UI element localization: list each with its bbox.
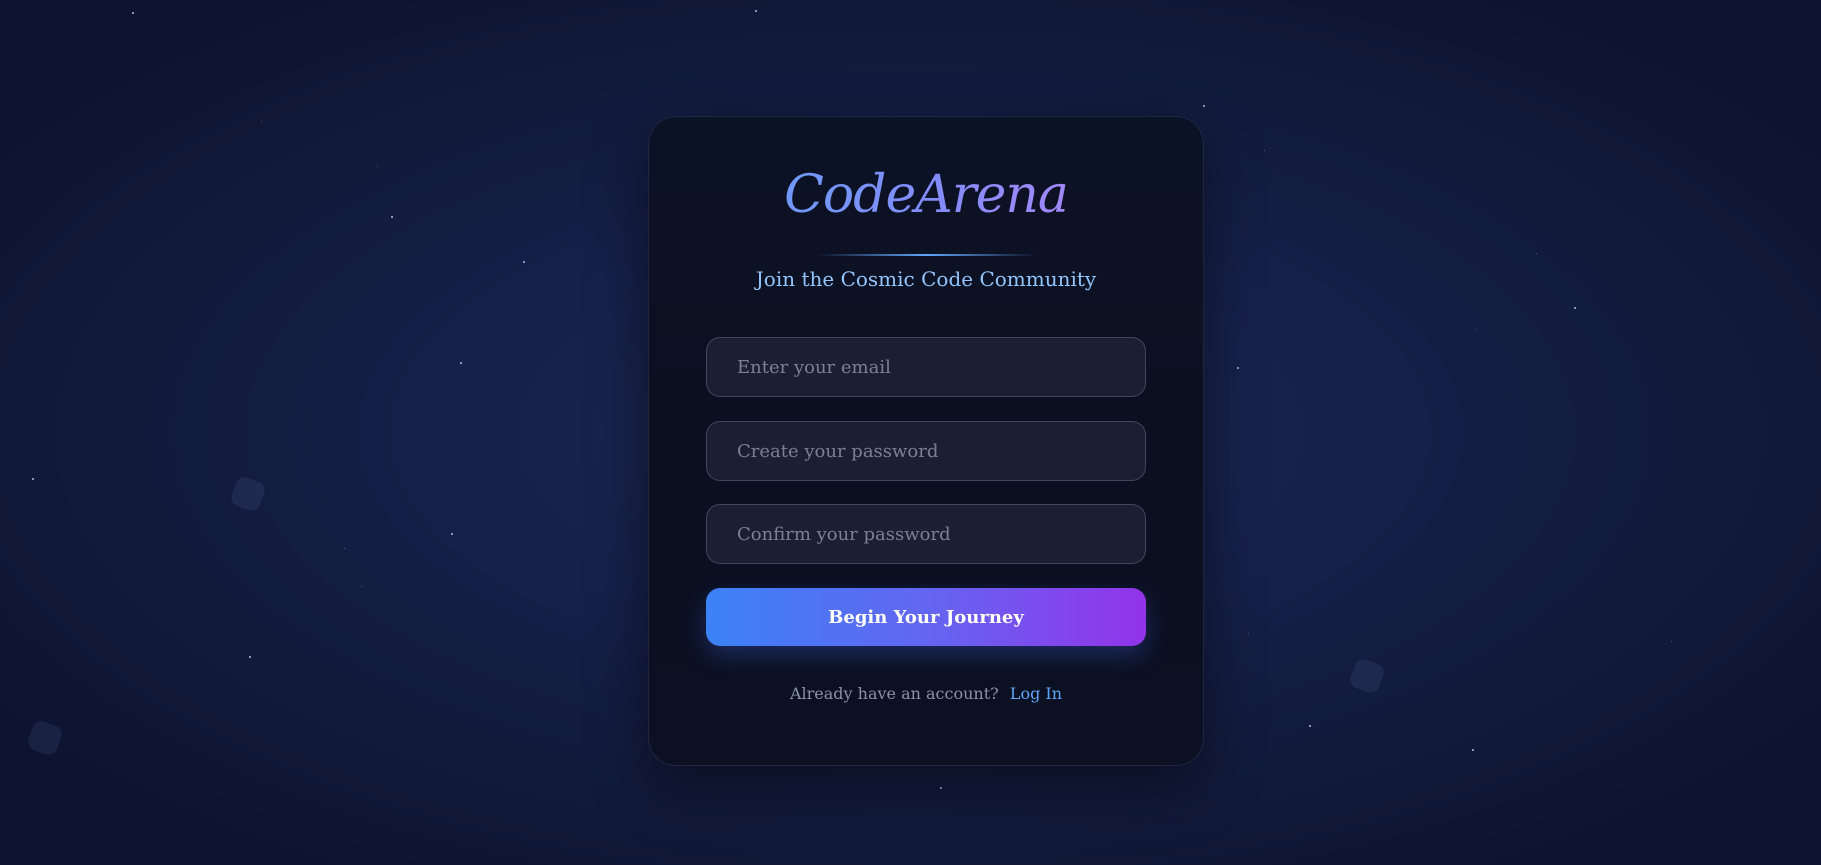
star bbox=[1671, 641, 1672, 642]
star bbox=[451, 533, 453, 535]
login-link[interactable]: Log In bbox=[1010, 684, 1062, 703]
floating-shape bbox=[1347, 656, 1387, 696]
star bbox=[1536, 253, 1537, 254]
star bbox=[1264, 150, 1265, 151]
star bbox=[1309, 725, 1311, 727]
star bbox=[523, 261, 525, 263]
star bbox=[391, 216, 393, 218]
login-prompt-text: Already have an account? bbox=[789, 684, 999, 703]
begin-journey-button[interactable]: Begin Your Journey bbox=[706, 588, 1146, 646]
star bbox=[32, 478, 34, 480]
floating-shape bbox=[228, 474, 268, 514]
login-prompt: Already have an account? Log In bbox=[649, 684, 1203, 703]
password-field[interactable] bbox=[706, 421, 1146, 481]
star bbox=[940, 787, 942, 789]
star bbox=[249, 656, 251, 658]
star bbox=[1472, 749, 1474, 751]
star bbox=[1476, 329, 1477, 330]
star bbox=[1574, 307, 1576, 309]
confirm-password-field[interactable] bbox=[706, 504, 1146, 564]
email-field[interactable] bbox=[706, 337, 1146, 397]
star bbox=[377, 166, 378, 167]
star bbox=[261, 121, 262, 122]
star bbox=[755, 10, 757, 12]
star bbox=[1237, 367, 1239, 369]
signup-card: CodeArena Join the Cosmic Code Community… bbox=[648, 116, 1204, 766]
floating-shape bbox=[25, 718, 65, 758]
star bbox=[344, 548, 345, 549]
logo-divider bbox=[817, 254, 1037, 256]
star bbox=[132, 12, 134, 14]
page-tagline: Join the Cosmic Code Community bbox=[755, 267, 1097, 291]
star bbox=[1248, 633, 1249, 634]
star bbox=[1203, 105, 1205, 107]
brand-logo: CodeArena bbox=[649, 165, 1203, 225]
star bbox=[361, 586, 362, 587]
star bbox=[460, 362, 462, 364]
